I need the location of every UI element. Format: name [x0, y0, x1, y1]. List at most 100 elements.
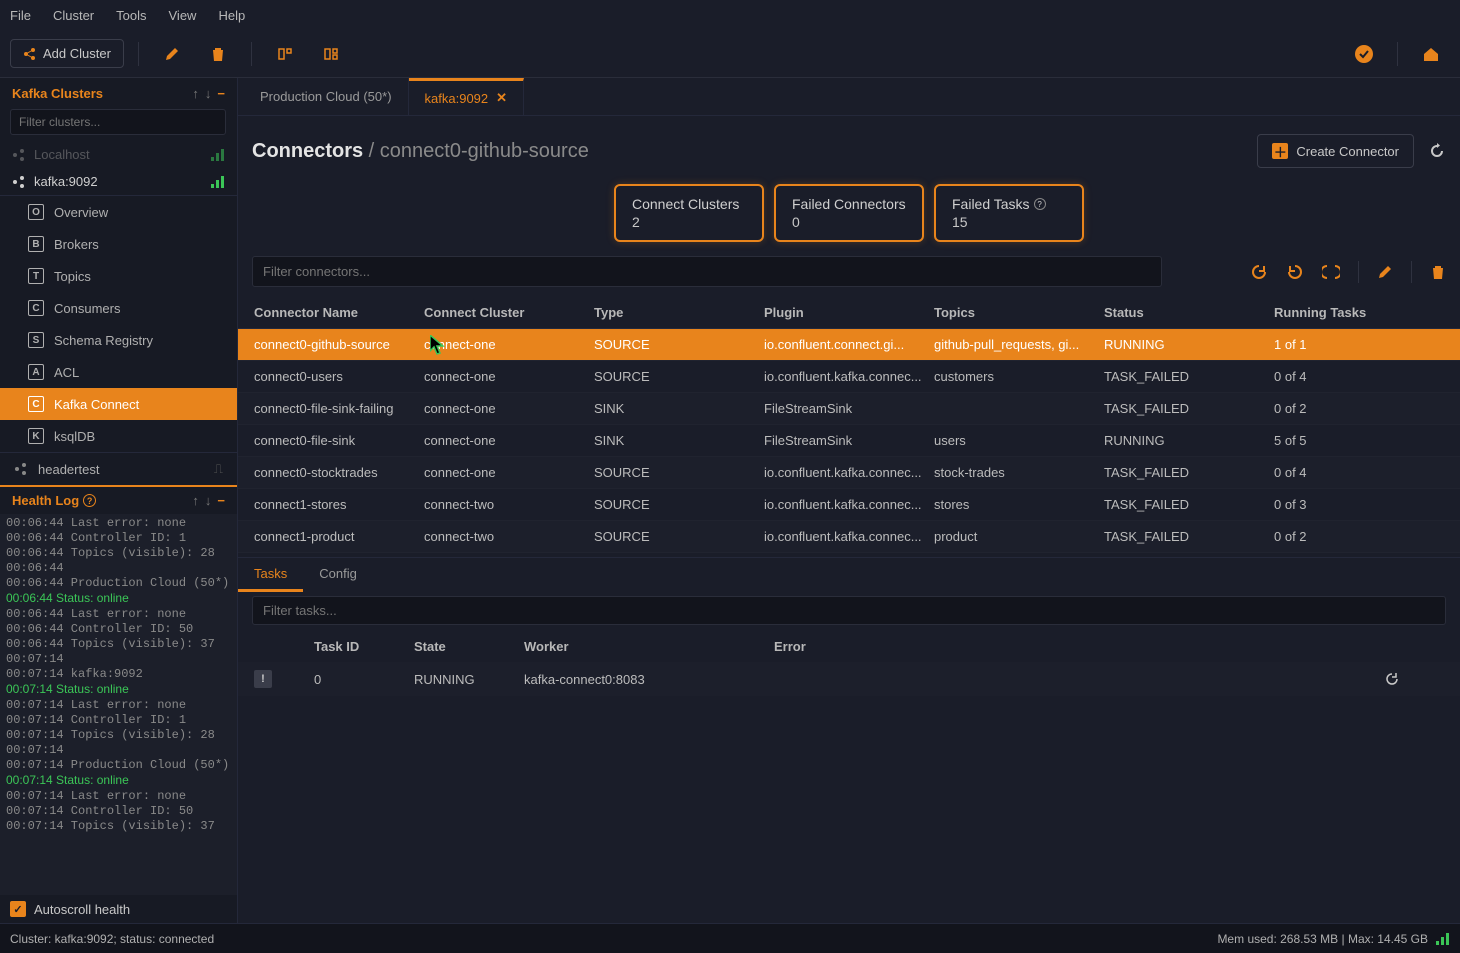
connector-row[interactable]: connect1-storesconnect-twoSOURCEio.confl…	[238, 489, 1460, 521]
create-connector-button[interactable]: ＋ Create Connector	[1257, 134, 1414, 168]
column-header[interactable]: Connector Name	[254, 305, 424, 320]
pause-icon[interactable]	[1286, 263, 1304, 281]
sidebar-nav-item[interactable]: AACL	[0, 356, 237, 388]
warning-icon[interactable]: !	[254, 670, 272, 688]
connector-row[interactable]: connect0-file-sinkconnect-oneSINKFileStr…	[238, 425, 1460, 457]
menu-help[interactable]: Help	[218, 8, 245, 23]
cell-tasks: 0 of 4	[1274, 369, 1414, 384]
menu-cluster[interactable]: Cluster	[53, 8, 94, 23]
menu-file[interactable]: File	[10, 8, 31, 23]
plus-icon: ＋	[1272, 143, 1288, 159]
autoscroll-checkbox[interactable]: ✓	[10, 901, 26, 917]
stat-cards: Connect Clusters2Failed Connectors0Faile…	[238, 184, 1460, 242]
separator	[138, 42, 139, 66]
task-row[interactable]: !0RUNNINGkafka-connect0:8083	[238, 662, 1460, 696]
cell-tasks: 5 of 5	[1274, 433, 1414, 448]
connector-row[interactable]: connect0-usersconnect-oneSOURCEio.conflu…	[238, 361, 1460, 393]
column-header[interactable]: Status	[1104, 305, 1274, 320]
nav-badge-icon: T	[28, 268, 44, 284]
cluster-icon	[14, 462, 28, 476]
cell-plugin: FileStreamSink	[764, 433, 934, 448]
cell-status: TASK_FAILED	[1104, 401, 1274, 416]
filter-connectors-input[interactable]	[252, 256, 1162, 287]
sidebar-nav-item[interactable]: BBrokers	[0, 228, 237, 260]
scroll-up-icon[interactable]: ↑	[192, 493, 199, 508]
page-title: Connectors / connect0-github-source	[252, 140, 589, 163]
collapse-icon[interactable]	[266, 38, 304, 70]
autoscroll-row[interactable]: ✓ Autoscroll health	[0, 895, 237, 923]
sidebar-cluster-item[interactable]: kafka:9092	[0, 168, 237, 195]
edit-icon[interactable]	[153, 38, 191, 70]
nav-badge-icon: C	[28, 396, 44, 412]
cell-tasks: 0 of 4	[1274, 465, 1414, 480]
filter-clusters-input[interactable]	[10, 109, 226, 135]
detail-subtab[interactable]: Config	[303, 558, 373, 592]
task-column-header[interactable]: Error	[774, 639, 1384, 654]
sidebar-nav-item[interactable]: SSchema Registry	[0, 324, 237, 356]
cell-name: connect0-users	[254, 369, 424, 384]
close-tab-icon[interactable]: ✕	[496, 90, 507, 106]
refresh-icon[interactable]	[1428, 142, 1446, 160]
minimize-health-icon[interactable]: −	[217, 493, 225, 508]
tab-label: kafka:9092	[425, 91, 489, 106]
menu-tools[interactable]: Tools	[116, 8, 146, 23]
column-header[interactable]: Type	[594, 305, 764, 320]
menu-view[interactable]: View	[169, 8, 197, 23]
stat-card[interactable]: Connect Clusters2	[614, 184, 764, 242]
column-header[interactable]: Topics	[934, 305, 1104, 320]
connector-row[interactable]: connect0-stocktradesconnect-oneSOURCEio.…	[238, 457, 1460, 489]
cell-topics: product	[934, 529, 1104, 544]
connector-row[interactable]: connect1-productconnect-twoSOURCEio.conf…	[238, 521, 1460, 553]
task-worker: kafka-connect0:8083	[524, 672, 774, 687]
sidebar-nav-item[interactable]: OOverview	[0, 196, 237, 228]
minimize-icon[interactable]: −	[217, 86, 225, 101]
home-icon[interactable]	[1412, 38, 1450, 70]
nav-badge-icon: B	[28, 236, 44, 252]
edit-connector-icon[interactable]	[1377, 264, 1393, 280]
sidebar: Kafka Clusters ↑ ↓ − Localhostkafka:9092…	[0, 78, 238, 923]
cell-cluster: connect-one	[424, 401, 594, 416]
stat-label: Connect Clusters	[632, 196, 746, 212]
nav-label: Consumers	[54, 301, 120, 316]
cell-name: connect0-stocktrades	[254, 465, 424, 480]
info-icon[interactable]: ?	[83, 494, 96, 507]
resume-icon[interactable]	[1322, 263, 1340, 281]
sort-down-icon[interactable]: ↓	[205, 86, 212, 101]
sidebar-nav-item[interactable]: KksqlDB	[0, 420, 237, 452]
connector-row[interactable]: connect0-file-sink-failingconnect-oneSIN…	[238, 393, 1460, 425]
health-log[interactable]: 00:06:44 Last error: none 00:06:44 Contr…	[0, 514, 237, 895]
sort-up-icon[interactable]: ↑	[192, 86, 199, 101]
expand-icon[interactable]	[312, 38, 350, 70]
nav-badge-icon: S	[28, 332, 44, 348]
add-cluster-button[interactable]: Add Cluster	[10, 39, 124, 68]
editor-tab[interactable]: kafka:9092 ✕	[409, 78, 525, 115]
task-column-header[interactable]: Task ID	[314, 639, 414, 654]
status-ok-icon[interactable]	[1345, 38, 1383, 70]
filter-tasks-input[interactable]	[252, 596, 1446, 625]
delete-icon[interactable]	[199, 38, 237, 70]
sidebar-cluster-item[interactable]: Localhost	[0, 141, 237, 168]
column-header[interactable]: Connect Cluster	[424, 305, 594, 320]
column-header[interactable]: Running Tasks	[1274, 305, 1414, 320]
cell-name: connect0-github-source	[254, 337, 424, 352]
restart-icon[interactable]	[1250, 263, 1268, 281]
info-icon[interactable]: ?	[1034, 198, 1046, 210]
task-column-header[interactable]: State	[414, 639, 524, 654]
signal-icon: ⎍	[214, 461, 223, 477]
page-title-main: Connectors	[252, 140, 363, 162]
sidebar-item-headertest[interactable]: headertest ⎍	[0, 452, 237, 485]
restart-task-icon[interactable]	[1384, 671, 1444, 687]
column-header[interactable]: Plugin	[764, 305, 934, 320]
connector-row[interactable]: connect0-github-sourceconnect-oneSOURCEi…	[238, 329, 1460, 361]
stat-card[interactable]: Failed Connectors0	[774, 184, 924, 242]
task-column-header[interactable]: Worker	[524, 639, 774, 654]
sidebar-nav-item[interactable]: TTopics	[0, 260, 237, 292]
sidebar-nav-item[interactable]: CConsumers	[0, 292, 237, 324]
sidebar-nav-item[interactable]: CKafka Connect	[0, 388, 237, 420]
stat-card[interactable]: Failed Tasks ?15	[934, 184, 1084, 242]
editor-tab[interactable]: Production Cloud (50*)	[244, 78, 409, 115]
delete-connector-icon[interactable]	[1430, 264, 1446, 280]
detail-subtab[interactable]: Tasks	[238, 558, 303, 592]
autoscroll-label: Autoscroll health	[34, 902, 130, 917]
scroll-down-icon[interactable]: ↓	[205, 493, 212, 508]
